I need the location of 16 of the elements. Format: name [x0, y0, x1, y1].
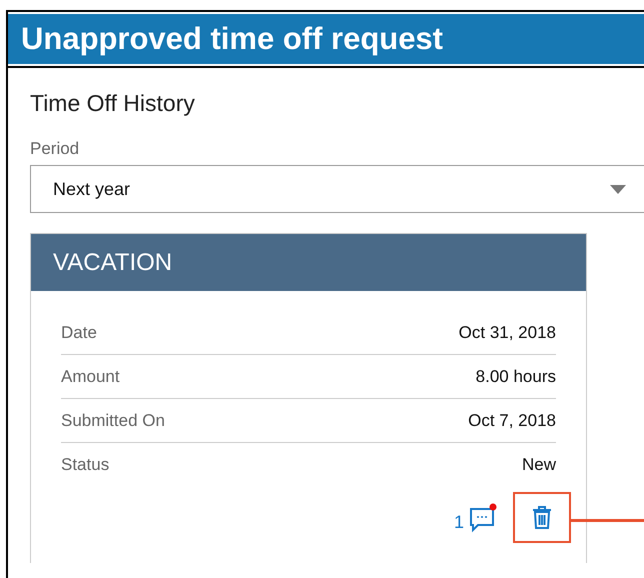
field-label: Period	[30, 139, 80, 159]
dropdown-arrow-icon	[610, 184, 626, 194]
card-title: VACATION	[53, 248, 172, 276]
row-label: Date	[61, 322, 97, 342]
row-label: Submitted On	[61, 410, 165, 430]
comments-button[interactable]: 1	[454, 502, 498, 532]
trash-icon	[532, 506, 552, 529]
row-value: Oct 7, 2018	[468, 410, 556, 430]
row-value: 8.00 hours	[476, 366, 556, 386]
row-label: Status	[61, 454, 110, 474]
row-value: Oct 31, 2018	[458, 322, 556, 342]
banner-title: Unapproved time off request	[21, 21, 443, 57]
row-label: Amount	[61, 366, 120, 386]
row-value: New	[522, 454, 556, 474]
period-dropdown[interactable]: Next year	[30, 165, 644, 213]
page-title: Time Off History	[30, 90, 196, 117]
